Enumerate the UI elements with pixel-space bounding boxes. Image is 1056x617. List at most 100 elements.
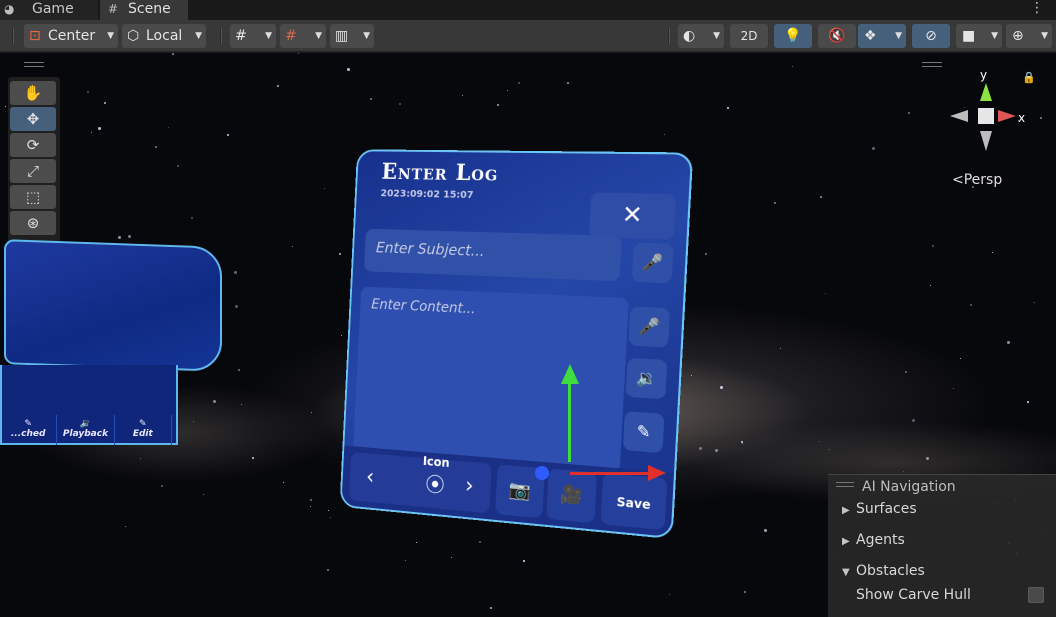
subject-input[interactable]: Enter Subject... bbox=[363, 228, 622, 282]
scene-viewport[interactable]: ✋ ✥ ⟳ ⤢ ⬚ ⊛ ✂ ▼ ⟁ y x 🔒 <Persp ✎...ched … bbox=[0, 53, 1056, 617]
chevron-down-icon: ▼ bbox=[315, 31, 322, 41]
transform-tool[interactable]: ⊛ bbox=[10, 211, 56, 235]
hash-grid-icon: # bbox=[108, 2, 119, 16]
microphone-icon: 🎤 bbox=[638, 316, 661, 337]
overlay-grip[interactable] bbox=[836, 482, 854, 487]
star bbox=[908, 112, 910, 114]
gizmo-center-cube[interactable] bbox=[978, 108, 994, 124]
gizmo-y-cone[interactable] bbox=[980, 83, 992, 101]
star bbox=[518, 82, 520, 84]
icon-next-button[interactable]: › bbox=[451, 461, 488, 513]
attached-button[interactable]: ✎ ...ched bbox=[0, 415, 58, 445]
draw-mode-dropdown[interactable]: ◐ ▼ bbox=[678, 24, 724, 48]
scale-tool[interactable]: ⤢ bbox=[10, 159, 56, 183]
attached-label: ...ched bbox=[10, 429, 46, 439]
lock-icon[interactable]: 🔒 bbox=[1022, 71, 1036, 84]
caret-right-icon: ▶ bbox=[842, 536, 850, 547]
star bbox=[128, 235, 131, 238]
move-tool[interactable]: ✥ bbox=[10, 107, 56, 131]
projection-label[interactable]: <Persp bbox=[952, 172, 1002, 188]
tab-scene-label: Scene bbox=[128, 1, 171, 17]
section-surfaces[interactable]: ▶ Surfaces bbox=[842, 501, 917, 517]
lighting-toggle[interactable]: 💡 bbox=[774, 24, 812, 48]
star bbox=[1007, 341, 1010, 344]
grid-snap-dropdown[interactable]: # ▼ bbox=[230, 24, 276, 48]
close-button[interactable]: ✕ bbox=[588, 192, 677, 240]
pivot-mode-dropdown[interactable]: ⊡ Center ▼ bbox=[24, 24, 118, 48]
edit-pencil-button[interactable]: ✎ bbox=[622, 411, 665, 454]
star bbox=[227, 134, 229, 136]
video-button[interactable]: 🎥 bbox=[546, 468, 598, 524]
rect-tool[interactable]: ⬚ bbox=[10, 185, 56, 209]
star bbox=[451, 557, 452, 558]
save-button[interactable]: Save bbox=[600, 473, 668, 531]
gizmo-x-axis[interactable] bbox=[570, 472, 652, 475]
pivot-rotation-dropdown[interactable]: ⬡ Local ▼ bbox=[122, 24, 206, 48]
star bbox=[780, 348, 781, 349]
star bbox=[191, 217, 193, 219]
show-carve-hull-checkbox[interactable] bbox=[1028, 587, 1044, 603]
gizmo-x-label: x bbox=[1018, 111, 1025, 125]
star bbox=[172, 53, 174, 55]
playback-speaker-button[interactable]: 🔉 bbox=[625, 357, 668, 400]
toolbar-separator bbox=[220, 28, 222, 44]
section-surfaces-label: Surfaces bbox=[856, 501, 917, 517]
gizmo-x-arrow[interactable] bbox=[648, 465, 666, 481]
star bbox=[347, 68, 350, 71]
section-obstacles[interactable]: ▼ Obstacles bbox=[842, 563, 925, 579]
orientation-grip[interactable] bbox=[922, 62, 942, 67]
gizmo-x-cone[interactable] bbox=[998, 110, 1016, 122]
effects-dropdown[interactable]: ❖ ▼ bbox=[858, 24, 906, 48]
star bbox=[298, 53, 299, 54]
star bbox=[664, 134, 665, 135]
gizmo-y-axis[interactable] bbox=[568, 372, 571, 462]
gizmo-z-handle[interactable] bbox=[535, 466, 549, 480]
star bbox=[330, 517, 331, 518]
content-input[interactable]: Enter Content... bbox=[353, 286, 629, 473]
tools-grip[interactable] bbox=[24, 62, 44, 67]
playback-button[interactable]: 🔉 Playback bbox=[57, 415, 115, 445]
star bbox=[960, 358, 961, 359]
shading-sphere-icon: ◐ bbox=[683, 28, 696, 44]
star bbox=[341, 335, 342, 336]
caret-right-icon: ▶ bbox=[842, 505, 850, 516]
camera-settings-dropdown[interactable]: ■ ▼ bbox=[956, 24, 1002, 48]
chevron-down-icon: ▼ bbox=[107, 31, 114, 41]
star bbox=[118, 236, 121, 239]
star bbox=[744, 591, 746, 593]
gizmo-y-label: y bbox=[980, 68, 987, 82]
gizmo-negx-cone[interactable] bbox=[950, 110, 968, 122]
mute-speaker-icon: 🔇 bbox=[828, 28, 846, 44]
star bbox=[764, 529, 767, 532]
eye-slash-icon: ⊘ bbox=[925, 28, 937, 44]
star bbox=[872, 147, 875, 150]
local-cube-icon: ⬡ bbox=[127, 28, 140, 44]
edit-button[interactable]: ✎ Edit bbox=[115, 415, 172, 445]
star bbox=[399, 103, 401, 105]
microphone-icon: 🎤 bbox=[641, 252, 664, 273]
grid-visibility-dropdown[interactable]: ▥ ▼ bbox=[330, 24, 374, 48]
gizmo-negy-cone[interactable] bbox=[980, 131, 992, 151]
tab-scene[interactable]: # Scene bbox=[100, 0, 188, 20]
rotate-tool[interactable]: ⟳ bbox=[10, 133, 56, 157]
icon-prev-button[interactable]: ‹ bbox=[353, 452, 388, 503]
hidden-objects-toggle[interactable]: ⊘ bbox=[912, 24, 950, 48]
tab-bar: ◕ Game # Scene ⋮ bbox=[0, 0, 1056, 20]
star bbox=[507, 90, 508, 91]
gizmo-y-arrow[interactable] bbox=[561, 364, 579, 384]
toggle-2d-button[interactable]: 2D bbox=[730, 24, 768, 48]
star bbox=[324, 188, 325, 189]
star bbox=[953, 388, 954, 389]
enter-log-panel[interactable]: Enter Log 2023:09:02 15:07 ✕ Enter Subje… bbox=[339, 149, 694, 540]
more-options-icon[interactable]: ⋮ bbox=[1030, 0, 1044, 16]
hand-tool[interactable]: ✋ bbox=[10, 81, 56, 105]
tab-game[interactable]: ◕ Game bbox=[0, 0, 98, 20]
orientation-gizmo[interactable]: y x 🔒 bbox=[946, 67, 1036, 167]
section-agents[interactable]: ▶ Agents bbox=[842, 532, 905, 548]
audio-toggle[interactable]: 🔇 bbox=[818, 24, 856, 48]
subject-mic-button[interactable]: 🎤 bbox=[631, 242, 674, 284]
gizmos-dropdown[interactable]: ⊕ ▼ bbox=[1006, 24, 1052, 48]
content-mic-button[interactable]: 🎤 bbox=[628, 306, 671, 348]
increment-snap-dropdown[interactable]: # ▼ bbox=[280, 24, 326, 48]
star bbox=[125, 526, 126, 527]
